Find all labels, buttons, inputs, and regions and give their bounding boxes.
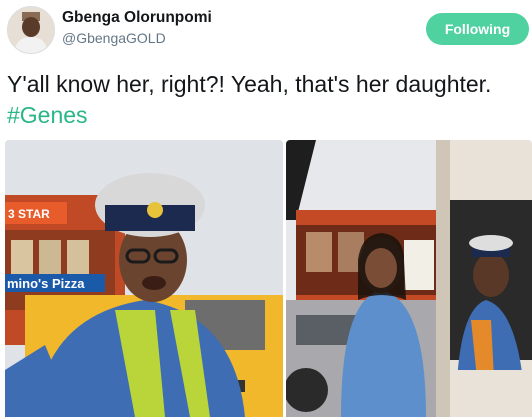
- tweet-photo-right[interactable]: [286, 140, 532, 417]
- following-button[interactable]: Following: [426, 13, 529, 45]
- tweet-body: Y'all know her, right?! Yeah, that's her…: [7, 71, 492, 97]
- tweet-photo-left[interactable]: 3 STAR mino's Pizza: [5, 140, 283, 417]
- hashtag-link[interactable]: #Genes: [7, 102, 88, 128]
- pizza-sign-text: mino's Pizza: [7, 276, 85, 291]
- avatar[interactable]: [7, 6, 55, 54]
- author-handle[interactable]: @GbengaGOLD: [62, 30, 166, 46]
- author-display-name[interactable]: Gbenga Olorunpomi: [62, 9, 212, 27]
- tweet-text: Y'all know her, right?! Yeah, that's her…: [7, 69, 527, 131]
- svg-text:3 STAR: 3 STAR: [8, 207, 50, 221]
